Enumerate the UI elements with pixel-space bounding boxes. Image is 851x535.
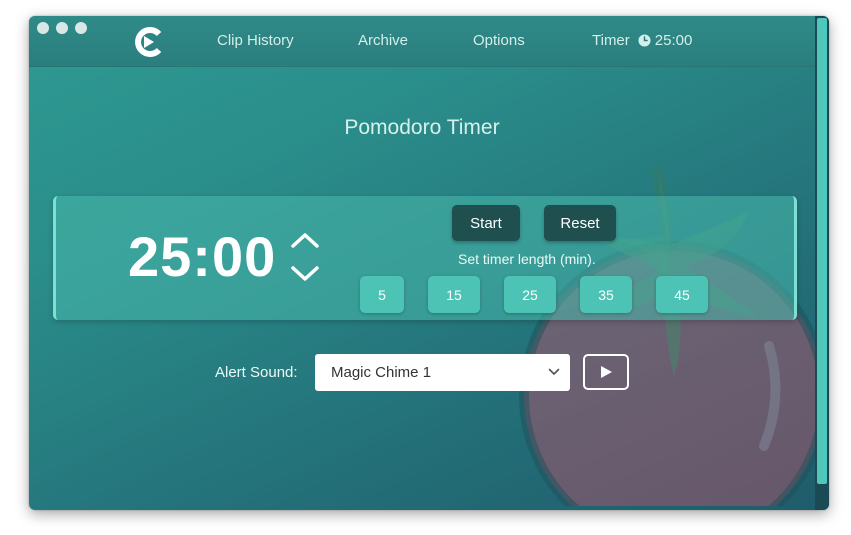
app-window: Clip History Archive Options Timer 25:00… bbox=[29, 16, 829, 510]
preset-45-button[interactable]: 45 bbox=[656, 276, 708, 313]
window-controls bbox=[37, 22, 87, 34]
close-window-button[interactable] bbox=[37, 22, 49, 34]
preset-25-button[interactable]: 25 bbox=[504, 276, 556, 313]
nav-timer-value: 25:00 bbox=[654, 32, 693, 49]
nav-timer-label: Timer bbox=[592, 32, 630, 49]
timer-display: 25:00 bbox=[128, 225, 277, 288]
chevron-up-icon[interactable] bbox=[291, 233, 319, 248]
alert-sound-value: Magic Chime 1 bbox=[331, 364, 432, 381]
scrollbar-track[interactable] bbox=[815, 16, 829, 510]
minimize-window-button[interactable] bbox=[56, 22, 68, 34]
timer-panel: 25:00 Start Reset Set timer length (min)… bbox=[53, 196, 797, 320]
alert-sound-label: Alert Sound: bbox=[215, 364, 298, 381]
preset-5-button[interactable]: 5 bbox=[360, 276, 404, 313]
nav-options[interactable]: Options bbox=[473, 32, 525, 49]
scrollbar-thumb[interactable] bbox=[817, 18, 827, 484]
app-logo-icon[interactable] bbox=[133, 26, 165, 58]
alert-sound-select[interactable]: Magic Chime 1 bbox=[315, 354, 570, 391]
start-button[interactable]: Start bbox=[452, 205, 520, 241]
time-adjust-arrows bbox=[291, 233, 319, 281]
page-title: Pomodoro Timer bbox=[344, 116, 500, 139]
nav-timer[interactable]: Timer 25:00 bbox=[592, 32, 692, 49]
nav-clip-history[interactable]: Clip History bbox=[217, 32, 294, 49]
maximize-window-button[interactable] bbox=[75, 22, 87, 34]
chevron-down-icon bbox=[548, 368, 560, 375]
timer-length-label: Set timer length (min). bbox=[458, 251, 596, 267]
preset-15-button[interactable]: 15 bbox=[428, 276, 480, 313]
nav-archive[interactable]: Archive bbox=[358, 32, 408, 49]
reset-button[interactable]: Reset bbox=[544, 205, 616, 241]
top-navbar: Clip History Archive Options Timer 25:00 bbox=[29, 16, 815, 67]
clock-icon bbox=[638, 34, 651, 47]
play-sound-button[interactable] bbox=[583, 354, 629, 390]
play-icon bbox=[601, 366, 612, 378]
chevron-down-icon[interactable] bbox=[291, 266, 319, 281]
preset-35-button[interactable]: 35 bbox=[580, 276, 632, 313]
